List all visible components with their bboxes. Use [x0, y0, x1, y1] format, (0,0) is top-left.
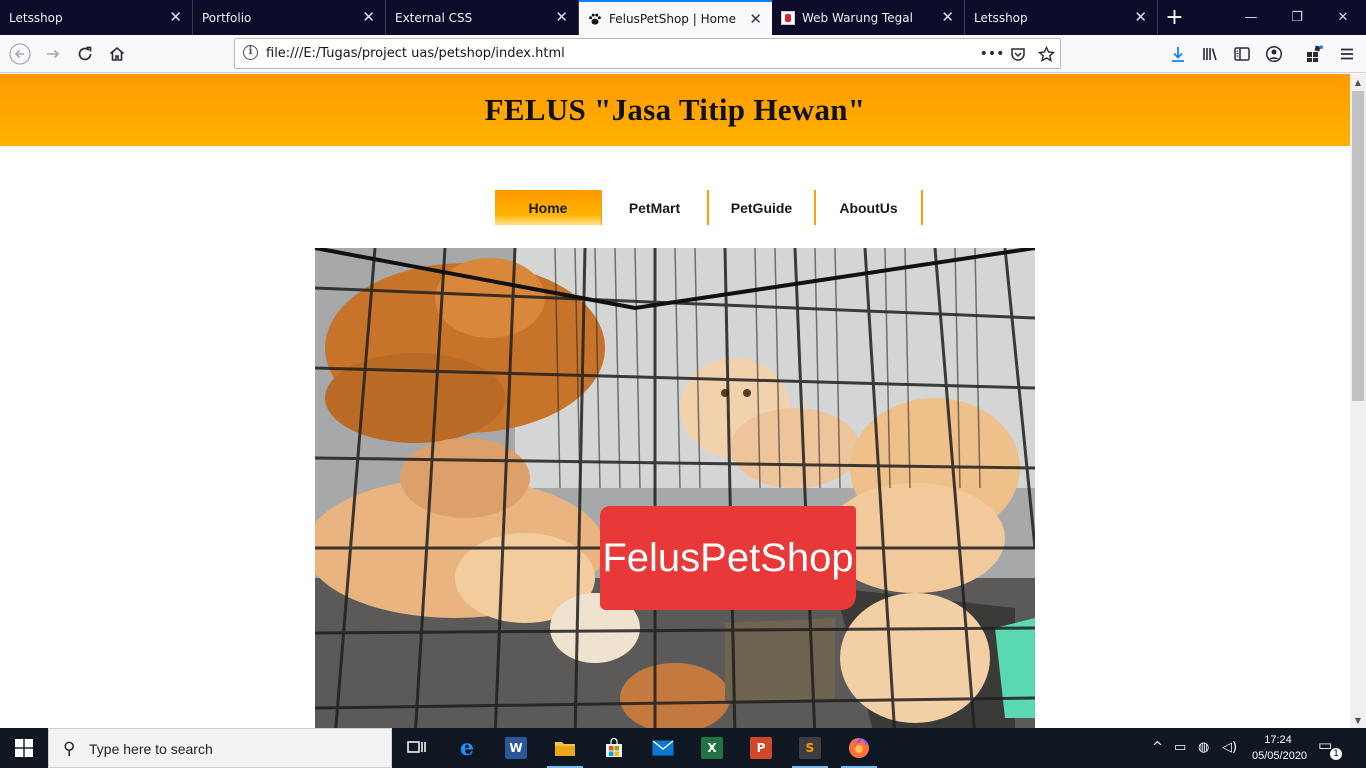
tab-letsshop[interactable]: Letsshop ✕ — [0, 0, 193, 35]
tab-title: Web Warung Tegal — [802, 10, 913, 25]
taskbar-search-box[interactable]: ⚲ Type here to search — [48, 728, 392, 768]
tab-external-css[interactable]: External CSS ✕ — [386, 0, 579, 35]
file-explorer-icon[interactable] — [541, 728, 589, 768]
mail-icon[interactable] — [639, 728, 687, 768]
volume-icon[interactable]: ◁) — [1222, 740, 1237, 755]
battery-icon[interactable]: ▭ — [1174, 740, 1186, 755]
word-icon[interactable]: W — [492, 728, 540, 768]
menu-item-petmart[interactable]: PetMart — [602, 190, 709, 225]
tab-title: FelusPetShop | Home — [609, 11, 737, 26]
menu-item-home[interactable]: Home — [495, 190, 602, 225]
task-view-icon[interactable] — [393, 728, 441, 768]
chevron-up-icon[interactable]: ^ — [1152, 740, 1163, 755]
back-arrow-icon[interactable] — [5, 39, 35, 69]
extensions-icon[interactable] — [1299, 39, 1329, 69]
paw-icon — [589, 13, 601, 25]
tab-portfolio[interactable]: Portfolio ✕ — [193, 0, 386, 35]
sublime-text-icon[interactable]: S — [786, 728, 834, 768]
hero-brand-text: FelusPetShop — [602, 535, 854, 580]
tab-title: Letsshop — [9, 10, 63, 25]
account-icon[interactable] — [1259, 39, 1289, 69]
firefox-icon[interactable] — [835, 728, 883, 768]
start-windows-icon[interactable] — [0, 728, 48, 768]
url-text[interactable]: file:///E:/Tugas/project uas/petshop/ind… — [266, 46, 565, 61]
sidebar-icon[interactable] — [1227, 39, 1257, 69]
notification-count: 1 — [1330, 748, 1342, 760]
site-header: FELUS "Jasa Titip Hewan" — [0, 74, 1350, 146]
forward-arrow-icon[interactable] — [38, 39, 68, 69]
bookmark-star-icon[interactable] — [1035, 43, 1057, 65]
close-tab-icon[interactable]: ✕ — [555, 9, 568, 25]
windows-taskbar: ⚲ Type here to search e W X P S ^ ▭ ◍ ◁)… — [0, 728, 1366, 768]
clock-time: 17:24 — [1264, 734, 1292, 746]
hero-brand-label: FelusPetShop — [600, 506, 856, 610]
search-placeholder: Type here to search — [89, 741, 213, 757]
menu-item-aboutus[interactable]: AboutUs — [816, 190, 923, 225]
store-icon[interactable] — [590, 728, 638, 768]
hamburger-menu-icon[interactable] — [1332, 39, 1362, 69]
download-arrow-icon[interactable] — [1163, 39, 1193, 69]
clock-date: 05/05/2020 — [1252, 750, 1308, 762]
close-tab-icon[interactable]: ✕ — [941, 9, 954, 25]
system-clock[interactable]: 17:24 05/05/2020 — [1252, 732, 1308, 764]
home-icon[interactable] — [102, 39, 132, 69]
tab-feluspetshop-home[interactable]: FelusPetShop | Home ✕ — [579, 0, 772, 35]
tab-title: Letsshop — [974, 10, 1028, 25]
page-actions-ellipsis-icon[interactable]: ••• — [980, 43, 1005, 65]
excel-icon[interactable]: X — [688, 728, 736, 768]
close-tab-icon[interactable]: ✕ — [749, 11, 762, 27]
red-page-icon — [781, 10, 795, 25]
tab-letsshop-2[interactable]: Letsshop ✕ — [965, 0, 1158, 35]
tab-title: External CSS — [395, 10, 473, 25]
kittens-in-cage-photo — [315, 248, 1035, 728]
scroll-down-arrow-icon[interactable]: ▼ — [1350, 712, 1366, 728]
main-menu: Home PetMart PetGuide AboutUs — [495, 190, 923, 225]
tab-title: Portfolio — [202, 10, 252, 25]
minimize-icon[interactable]: — — [1228, 0, 1274, 35]
page-viewport: FELUS "Jasa Titip Hewan" Home PetMart Pe… — [0, 74, 1350, 728]
new-tab-plus-icon[interactable]: + — [1158, 0, 1191, 35]
page-info-icon[interactable]: i — [243, 45, 258, 60]
close-tab-icon[interactable]: ✕ — [1134, 9, 1147, 25]
pocket-icon[interactable] — [1007, 43, 1029, 65]
restore-icon[interactable]: ❐ — [1274, 0, 1320, 35]
library-icon[interactable] — [1195, 39, 1225, 69]
close-tab-icon[interactable]: ✕ — [362, 9, 375, 25]
edge-icon[interactable]: e — [443, 728, 491, 768]
scrollbar-thumb[interactable] — [1352, 91, 1364, 401]
reload-icon[interactable] — [70, 39, 100, 69]
network-globe-icon[interactable]: ◍ — [1198, 740, 1209, 755]
navigation-toolbar: i file:///E:/Tugas/project uas/petshop/i… — [0, 35, 1366, 73]
action-center-icon[interactable]: ▭ 1 — [1318, 736, 1342, 760]
menu-item-petguide[interactable]: PetGuide — [709, 190, 816, 225]
scroll-up-arrow-icon[interactable]: ▲ — [1350, 74, 1366, 90]
tab-strip: Letsshop ✕ Portfolio ✕ External CSS ✕ Fe… — [0, 0, 1366, 35]
close-window-icon[interactable]: ✕ — [1320, 0, 1366, 35]
hero-image: FelusPetShop — [315, 248, 1035, 728]
tab-web-warung-tegal[interactable]: Web Warung Tegal ✕ — [772, 0, 965, 35]
powerpoint-icon[interactable]: P — [737, 728, 785, 768]
site-title: FELUS "Jasa Titip Hewan" — [484, 92, 866, 127]
close-tab-icon[interactable]: ✕ — [169, 9, 182, 25]
address-bar[interactable]: i file:///E:/Tugas/project uas/petshop/i… — [234, 38, 1061, 69]
search-icon: ⚲ — [63, 739, 76, 759]
page-scrollbar[interactable]: ▲ ▼ — [1350, 74, 1366, 728]
